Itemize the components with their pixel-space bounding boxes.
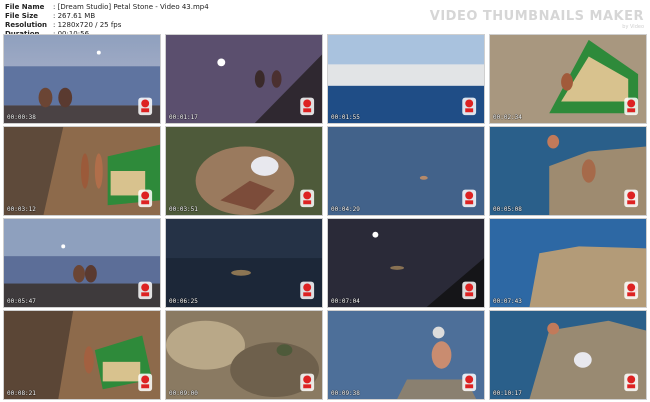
thumbnail-image <box>166 35 322 123</box>
thumbnail-image <box>328 219 484 307</box>
file-name-label: File Name <box>5 3 45 11</box>
thumbnail-timestamp: 00:01:55 <box>331 114 360 121</box>
thumbnail-image <box>4 219 160 307</box>
video-thumbnail[interactable]: 00:03:12 <box>3 126 161 216</box>
thumbnail-grid: 00:00:38 00:01:17 00:01:55 00:02:34 00:0… <box>3 34 647 400</box>
video-thumbnail[interactable]: 00:06:25 <box>165 218 323 308</box>
video-thumbnail[interactable]: 00:10:17 <box>489 310 647 400</box>
thumbnail-image <box>328 35 484 123</box>
thumbnail-timestamp: 00:10:17 <box>493 390 522 397</box>
watermark-subtitle: by Video <box>622 24 644 30</box>
thumbnail-timestamp: 00:04:29 <box>331 206 360 213</box>
video-thumbnail[interactable]: 00:09:00 <box>165 310 323 400</box>
video-thumbnail[interactable]: 00:05:47 <box>3 218 161 308</box>
thumbnail-image <box>490 311 646 399</box>
resolution-value: : 1280x720 / 25 fps <box>53 21 122 29</box>
thumbnail-timestamp: 00:01:17 <box>169 114 198 121</box>
thumbnail-timestamp: 00:08:21 <box>7 390 36 397</box>
resolution-row: Resolution : 1280x720 / 25 fps <box>5 21 209 30</box>
video-thumbnail[interactable]: 00:05:08 <box>489 126 647 216</box>
thumbnail-image <box>490 219 646 307</box>
thumbnail-timestamp: 00:07:04 <box>331 298 360 305</box>
video-thumbnail[interactable]: 00:07:04 <box>327 218 485 308</box>
thumbnail-timestamp: 00:02:34 <box>493 114 522 121</box>
file-name-value: : [Dream Studio] Petal Stone - Video 43.… <box>53 3 209 11</box>
thumbnail-image <box>4 311 160 399</box>
thumbnail-timestamp: 00:09:00 <box>169 390 198 397</box>
video-thumbnail[interactable]: 00:02:34 <box>489 34 647 124</box>
thumbnail-image <box>4 35 160 123</box>
thumbnail-timestamp: 00:05:47 <box>7 298 36 305</box>
file-name-row: File Name : [Dream Studio] Petal Stone -… <box>5 3 209 12</box>
video-thumbnail[interactable]: 00:09:38 <box>327 310 485 400</box>
thumbnail-image <box>4 127 160 215</box>
video-thumbnail[interactable]: 00:01:55 <box>327 34 485 124</box>
file-size-value: : 267.61 MB <box>53 12 96 20</box>
thumbnail-timestamp: 00:05:08 <box>493 206 522 213</box>
thumbnail-image <box>328 311 484 399</box>
video-thumbnail[interactable]: 00:07:43 <box>489 218 647 308</box>
thumbnail-image <box>490 35 646 123</box>
thumbnail-timestamp: 00:06:25 <box>169 298 198 305</box>
file-size-row: File Size : 267.61 MB <box>5 12 209 21</box>
thumbnail-timestamp: 00:03:51 <box>169 206 198 213</box>
thumbnail-timestamp: 00:00:38 <box>7 114 36 121</box>
watermark-title: VIDEO THUMBNAILS MAKER <box>429 9 644 24</box>
thumbnail-image <box>166 219 322 307</box>
video-thumbnail[interactable]: 00:03:51 <box>165 126 323 216</box>
thumbnail-image <box>490 127 646 215</box>
thumbnail-image <box>166 311 322 399</box>
video-thumbnail[interactable]: 00:04:29 <box>327 126 485 216</box>
thumbnail-image <box>166 127 322 215</box>
thumbnail-timestamp: 00:03:12 <box>7 206 36 213</box>
video-thumbnail[interactable]: 00:08:21 <box>3 310 161 400</box>
file-size-label: File Size <box>5 12 39 20</box>
thumbnail-timestamp: 00:09:38 <box>331 390 360 397</box>
resolution-label: Resolution <box>5 21 48 29</box>
video-thumbnail[interactable]: 00:00:38 <box>3 34 161 124</box>
thumbnail-timestamp: 00:07:43 <box>493 298 522 305</box>
video-thumbnail[interactable]: 00:01:17 <box>165 34 323 124</box>
thumbnail-image <box>328 127 484 215</box>
